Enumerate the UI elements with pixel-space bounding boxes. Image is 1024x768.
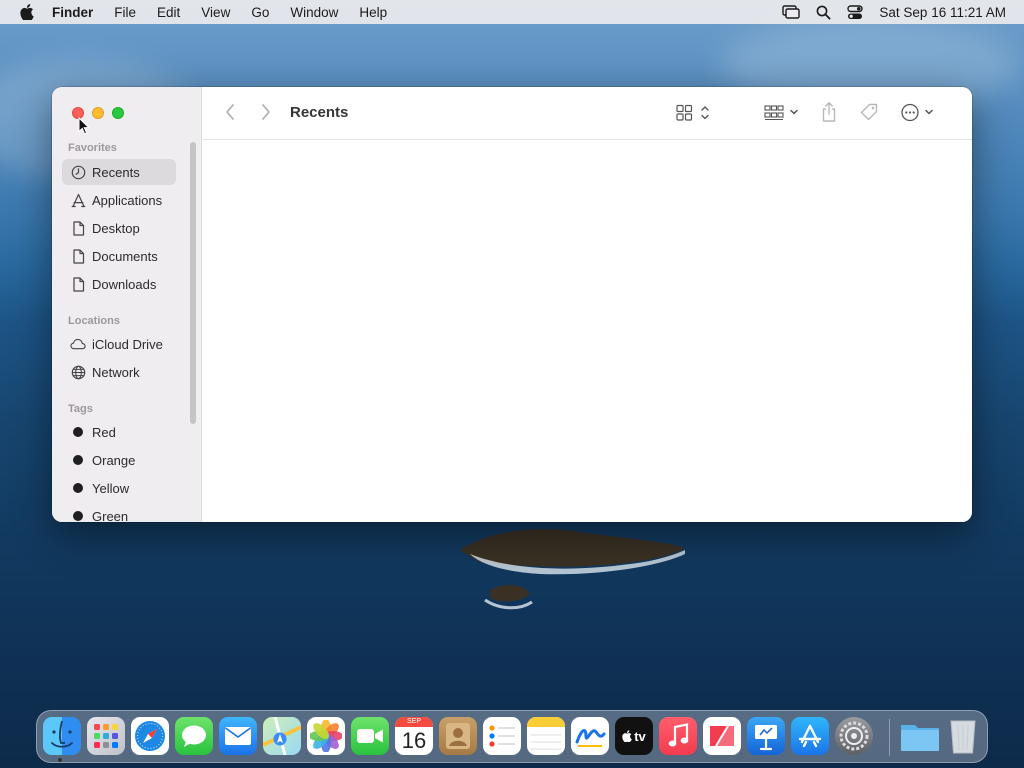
- sidebar-tag-yellow[interactable]: Yellow: [62, 475, 176, 501]
- dock-system-settings-icon[interactable]: [835, 717, 873, 755]
- sidebar-item-label: Yellow: [92, 480, 130, 496]
- dock-calendar-icon[interactable]: SEP 16: [395, 717, 433, 755]
- dock-app-store-icon[interactable]: [791, 717, 829, 755]
- spotlight-search-icon[interactable]: [816, 5, 831, 20]
- sidebar-item-label: iCloud Drive: [92, 336, 163, 352]
- sidebar-item-applications[interactable]: Applications: [62, 187, 176, 213]
- dock-news-icon[interactable]: [703, 717, 741, 755]
- sidebar-item-label: Green: [92, 508, 129, 523]
- dock-mail-icon[interactable]: [219, 717, 257, 755]
- sidebar-item-desktop[interactable]: Desktop: [62, 215, 176, 241]
- share-icon[interactable]: [820, 101, 838, 123]
- dock: SEP 16 tv: [36, 710, 988, 763]
- dock-finder-icon[interactable]: [43, 717, 81, 755]
- menu-view[interactable]: View: [201, 5, 230, 20]
- sidebar-item-network[interactable]: Network: [62, 359, 176, 385]
- finder-window: Favorites Recents Applications Desktop D…: [52, 87, 972, 522]
- apple-icon[interactable]: [16, 4, 38, 20]
- menu-go[interactable]: Go: [251, 5, 269, 20]
- menu-file[interactable]: File: [114, 5, 136, 20]
- calendar-month-label: SEP: [406, 718, 421, 725]
- window-title: Recents: [290, 104, 349, 121]
- menu-bar: Finder File Edit View Go Window Help Sat…: [0, 0, 1024, 24]
- more-actions-icon[interactable]: [901, 103, 937, 122]
- dock-keynote-icon[interactable]: [747, 717, 785, 755]
- mouse-cursor-icon: [78, 117, 90, 135]
- dock-freeform-icon[interactable]: [571, 717, 609, 755]
- menu-edit[interactable]: Edit: [157, 5, 180, 20]
- group-icon[interactable]: [764, 104, 800, 122]
- dock-photos-icon[interactable]: [307, 717, 345, 755]
- sidebar-item-label: Documents: [92, 248, 158, 264]
- cloud-icon: [70, 336, 86, 352]
- sidebar-item-downloads[interactable]: Downloads: [62, 271, 176, 297]
- running-indicator: [58, 758, 62, 762]
- sidebar-section-tags: Tags: [68, 403, 93, 415]
- sidebar: Favorites Recents Applications Desktop D…: [52, 87, 202, 522]
- sidebar-item-label: Desktop: [92, 220, 140, 236]
- back-icon[interactable]: [224, 103, 236, 121]
- dock-trash-icon[interactable]: [945, 717, 981, 755]
- dock-tv-icon[interactable]: tv: [615, 717, 653, 755]
- dock-facetime-icon[interactable]: [351, 717, 389, 755]
- tag-dot-icon: [73, 483, 83, 493]
- sidebar-tag-red[interactable]: Red: [62, 419, 176, 445]
- screen-mirroring-icon[interactable]: [782, 5, 801, 19]
- dock-maps-icon[interactable]: [263, 717, 301, 755]
- sidebar-item-label: Applications: [92, 192, 163, 208]
- document-icon: [70, 276, 86, 292]
- desktop-island: [460, 529, 685, 610]
- sidebar-section-favorites: Favorites: [68, 142, 117, 154]
- dock-messages-icon[interactable]: [175, 717, 213, 755]
- sidebar-item-label: Network: [92, 364, 140, 380]
- sidebar-item-recents[interactable]: Recents: [62, 159, 176, 185]
- minimize-window-button[interactable]: [92, 107, 104, 119]
- sidebar-item-label: Downloads: [92, 276, 157, 292]
- sidebar-item-documents[interactable]: Documents: [62, 243, 176, 269]
- tv-label: tv: [634, 728, 646, 744]
- menu-bar-clock[interactable]: Sat Sep 16 11:21 AM: [879, 5, 1006, 20]
- document-icon: [70, 220, 86, 236]
- sidebar-item-label: Red: [92, 424, 116, 440]
- sidebar-item-icloud-drive[interactable]: iCloud Drive: [62, 331, 176, 357]
- menu-finder[interactable]: Finder: [52, 5, 93, 20]
- menu-window[interactable]: Window: [290, 5, 338, 20]
- tag-dot-icon: [73, 427, 83, 437]
- toolbar: Recents: [202, 87, 972, 140]
- dock-reminders-icon[interactable]: [483, 717, 521, 755]
- document-icon: [70, 248, 86, 264]
- menu-bar-extras: Sat Sep 16 11:21 AM: [766, 5, 1006, 20]
- sidebar-scrollbar[interactable]: [190, 142, 196, 424]
- icon-view-icon[interactable]: [676, 104, 712, 122]
- dock-launchpad-icon[interactable]: [87, 717, 125, 755]
- file-list-area[interactable]: [202, 140, 972, 522]
- tag-dot-icon: [73, 511, 83, 521]
- zoom-window-button[interactable]: [112, 107, 124, 119]
- tag-icon[interactable]: [859, 102, 879, 122]
- dock-music-icon[interactable]: [659, 717, 697, 755]
- dock-separator: [889, 719, 890, 756]
- sidebar-tag-green[interactable]: Green: [62, 503, 176, 522]
- calendar-day-label: 16: [401, 728, 427, 753]
- dock-safari-icon[interactable]: [131, 717, 169, 755]
- forward-icon[interactable]: [260, 103, 272, 121]
- menu-help[interactable]: Help: [359, 5, 387, 20]
- sidebar-tag-orange[interactable]: Orange: [62, 447, 176, 473]
- dock-contacts-icon[interactable]: [439, 717, 477, 755]
- control-center-icon[interactable]: [847, 4, 864, 20]
- tag-dot-icon: [73, 455, 83, 465]
- sidebar-item-label: Recents: [92, 164, 140, 180]
- globe-icon: [70, 364, 86, 380]
- sidebar-section-locations: Locations: [68, 315, 120, 327]
- dock-notes-icon[interactable]: [527, 717, 565, 755]
- dock-downloads-folder-icon[interactable]: [899, 717, 941, 755]
- applications-icon: [70, 192, 86, 208]
- clock-icon: [70, 164, 86, 180]
- sidebar-item-label: Orange: [92, 452, 136, 468]
